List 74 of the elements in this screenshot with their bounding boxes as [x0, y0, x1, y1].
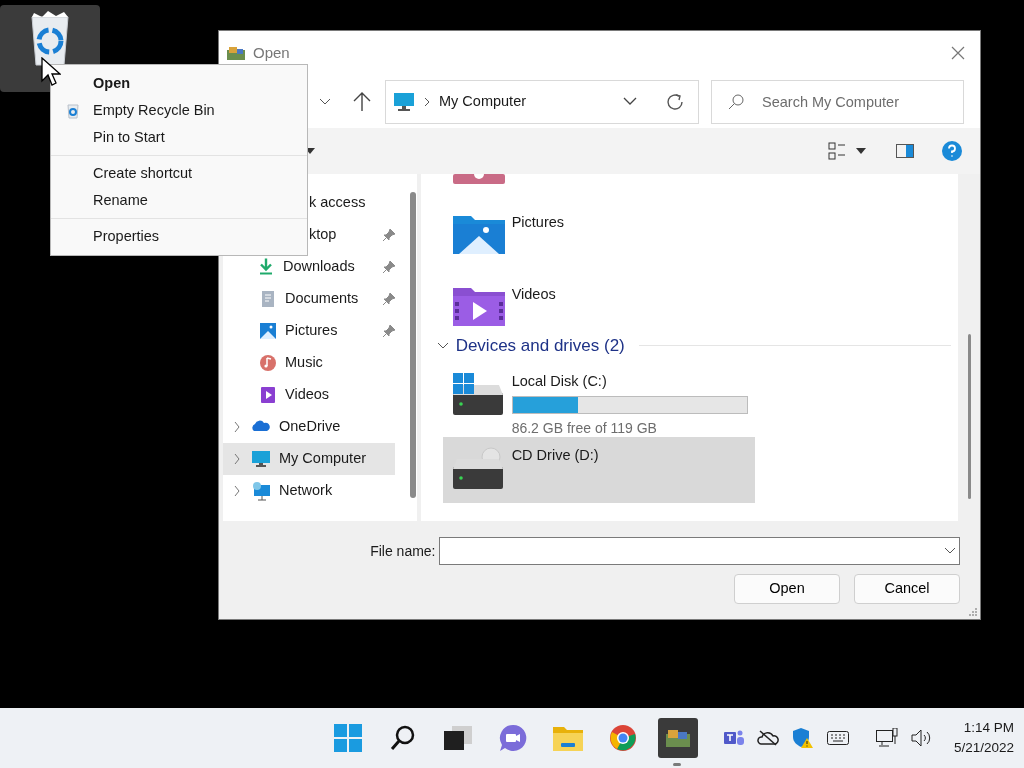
nav-item[interactable]: Pictures: [223, 314, 395, 347]
close-icon[interactable]: [951, 46, 965, 61]
refresh-icon[interactable]: [665, 91, 685, 112]
nav-item[interactable]: OneDrive: [223, 410, 395, 443]
window-title: Open: [253, 43, 290, 64]
browser-icon[interactable]: [609, 724, 637, 752]
menu-item[interactable]: Empty Recycle Bin: [51, 97, 307, 124]
document-icon: [259, 289, 277, 308]
drive-name: Local Disk (C:): [511, 371, 608, 391]
download-icon: [259, 258, 273, 276]
address-bar[interactable]: My Computer: [385, 79, 699, 124]
app-icon: [226, 45, 246, 62]
group-header[interactable]: Devices and drives (2): [455, 333, 625, 359]
start-icon[interactable]: [334, 724, 362, 752]
chat-icon[interactable]: [499, 724, 527, 752]
cloud-off-icon[interactable]: [757, 730, 779, 746]
menu-item[interactable]: Pin to Start: [51, 124, 307, 151]
recycle-bin-icon: [67, 103, 79, 119]
app-icon[interactable]: [665, 728, 691, 748]
file-name-label: File name:: [370, 541, 436, 561]
chevron-right-icon[interactable]: [233, 452, 241, 465]
preview-pane-icon[interactable]: [896, 143, 914, 158]
search-field[interactable]: Search My Computer: [711, 79, 964, 124]
drive-item[interactable]: CD Drive (D:): [442, 436, 755, 503]
clock[interactable]: 1:14 PM 5/21/2022: [954, 718, 1015, 758]
teams-icon[interactable]: [724, 729, 744, 747]
resize-grip-icon: [968, 607, 978, 617]
network-icon[interactable]: [876, 728, 898, 748]
running-indicator: [673, 763, 681, 766]
up-arrow-icon[interactable]: [353, 91, 371, 112]
chevron-down-icon[interactable]: [436, 341, 449, 350]
scrollbar-thumb[interactable]: [409, 191, 416, 498]
chevron-down-icon[interactable]: [943, 547, 956, 556]
nav-item[interactable]: Network: [223, 474, 395, 507]
cd-drive-icon: [450, 446, 505, 491]
nav-item[interactable]: Downloads: [223, 250, 395, 283]
keyboard-icon[interactable]: [827, 731, 849, 745]
folder-icon[interactable]: [553, 725, 583, 751]
file-name-field[interactable]: [439, 537, 960, 566]
folder-name[interactable]: Pictures: [511, 211, 565, 234]
network-icon: [251, 480, 273, 501]
search-icon[interactable]: [390, 725, 416, 751]
computer-icon: [251, 448, 273, 469]
nav-item[interactable]: Videos: [223, 378, 395, 411]
help-icon[interactable]: [942, 140, 962, 161]
chevron-down-icon[interactable]: [319, 97, 331, 106]
address-path[interactable]: My Computer: [439, 91, 527, 113]
search-icon: [727, 92, 745, 111]
nav-item[interactable]: My Computer: [223, 442, 395, 475]
recycle-bin-icon[interactable]: [28, 9, 72, 67]
folder-name[interactable]: Videos: [511, 283, 556, 306]
menu-item[interactable]: Rename: [51, 187, 307, 214]
dialog-button[interactable]: Cancel: [854, 574, 960, 605]
shield-warning-icon[interactable]: [792, 727, 814, 749]
menu-item[interactable]: Create shortcut: [51, 160, 307, 187]
chevron-right-icon[interactable]: [233, 484, 241, 497]
dialog-button[interactable]: Open: [734, 574, 840, 605]
video-icon: [259, 385, 277, 404]
view-options-icon[interactable]: [828, 141, 846, 160]
nav-item[interactable]: Documents: [223, 282, 395, 315]
picture-icon: [259, 321, 277, 340]
chevron-down-icon[interactable]: [623, 97, 637, 107]
drive-name: CD Drive (D:): [511, 445, 599, 465]
caret-down-icon[interactable]: [856, 147, 866, 154]
chevron-right-icon: [423, 96, 431, 107]
drive-space-text: 86.2 GB free of 119 GB: [511, 418, 658, 438]
music-icon: [259, 353, 277, 372]
hard-drive-icon: [450, 372, 505, 417]
computer-icon: [393, 91, 415, 112]
scrollbar-thumb[interactable]: [967, 333, 971, 499]
nav-item[interactable]: Music: [223, 346, 395, 379]
task-view-icon[interactable]: [444, 726, 472, 750]
volume-icon[interactable]: [911, 729, 933, 747]
chevron-right-icon[interactable]: [233, 420, 241, 433]
